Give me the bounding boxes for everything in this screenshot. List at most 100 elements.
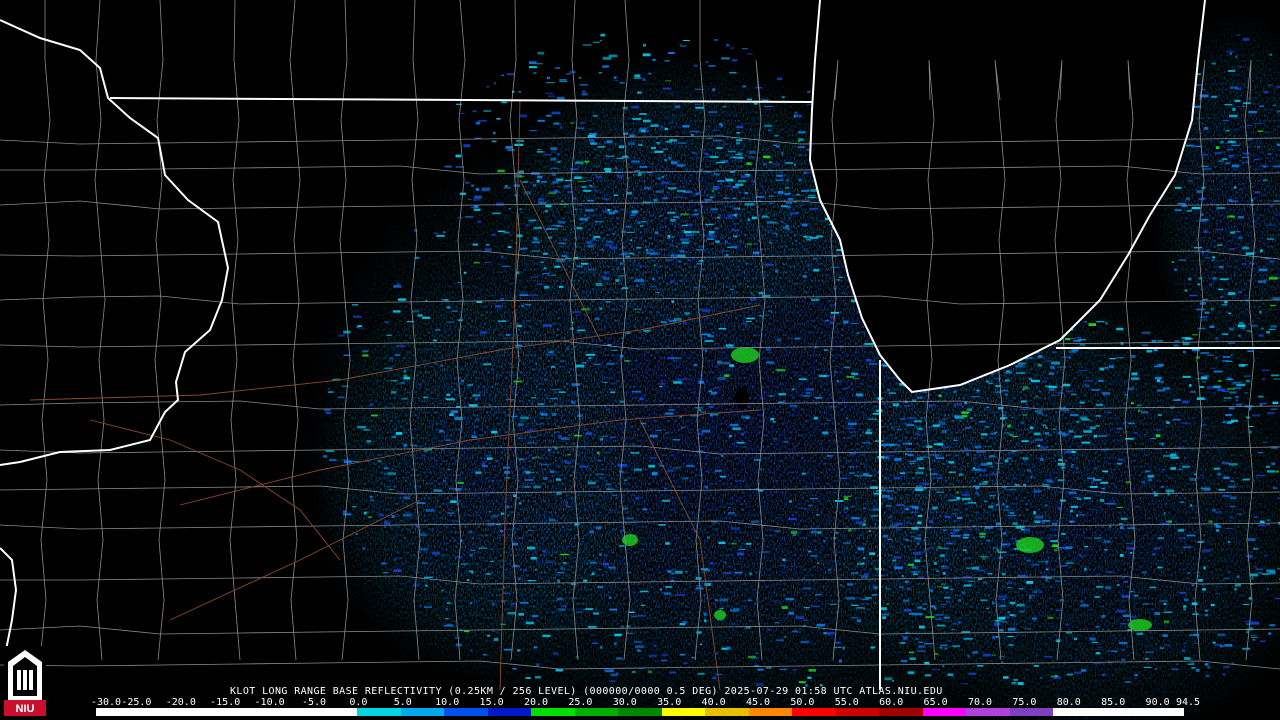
- niu-logo: NIU: [4, 646, 46, 716]
- legend-tick: -25.0: [121, 697, 152, 708]
- echo-speckle: [522, 569, 528, 572]
- echo-speckle: [701, 429, 711, 433]
- echo-speckle: [998, 595, 1008, 598]
- echo-speckle: [801, 457, 804, 459]
- echo-speckle: [559, 285, 563, 288]
- echo-speckle: [1046, 487, 1051, 489]
- echo-speckle: [1181, 340, 1185, 342]
- echo-speckle: [560, 359, 563, 363]
- echo-speckle: [1156, 429, 1161, 431]
- echo-speckle: [424, 606, 432, 608]
- echo-speckle: [1030, 564, 1039, 566]
- echo-speckle: [1158, 414, 1162, 417]
- echo-speckle: [1116, 609, 1126, 613]
- echo-speckle: [1244, 392, 1249, 394]
- echo-speckle: [918, 576, 925, 579]
- echo-speckle: [733, 235, 738, 238]
- echo-speckle: [454, 637, 460, 639]
- echo-speckle: [1222, 673, 1226, 676]
- echo-speckle: [785, 162, 794, 164]
- echo-speckle: [550, 167, 559, 169]
- echo-speckle: [709, 196, 714, 198]
- echo-speckle: [809, 498, 818, 500]
- echo-speckle: [532, 615, 538, 618]
- echo-speckle: [574, 208, 578, 211]
- echo-speckle: [1045, 504, 1048, 506]
- echo-speckle: [472, 110, 477, 113]
- echo-speckle: [503, 466, 510, 469]
- legend-tick: 40.0: [701, 697, 726, 708]
- echo-speckle: [1091, 480, 1094, 484]
- echo-speckle: [1230, 419, 1238, 422]
- echo-speckle: [671, 161, 678, 165]
- echo-speckle: [917, 521, 922, 525]
- echo-speckle: [1045, 577, 1052, 579]
- echo-speckle: [1238, 236, 1243, 240]
- echo-speckle: [500, 101, 508, 103]
- echo-speckle: [924, 642, 933, 645]
- echo-speckle: [470, 206, 475, 209]
- legend-tick: 10.0: [435, 697, 460, 708]
- echo-speckle: [723, 561, 727, 564]
- echo-speckle: [874, 602, 877, 604]
- echo-speckle: [371, 414, 378, 417]
- echo-speckle: [774, 530, 781, 532]
- echo-speckle: [505, 146, 513, 149]
- echo-speckle: [639, 113, 647, 115]
- echo-speckle: [608, 566, 616, 569]
- echo-speckle: [944, 647, 948, 650]
- echo-speckle: [685, 234, 694, 237]
- echo-speckle: [1171, 261, 1174, 263]
- echo-speckle: [1268, 153, 1272, 156]
- legend-tick: -15.0: [210, 697, 241, 708]
- echo-speckle: [710, 414, 713, 417]
- echo-speckle: [1254, 122, 1263, 124]
- echo-speckle: [1123, 580, 1128, 583]
- echo-speckle: [519, 602, 529, 604]
- echo-speckle: [1093, 434, 1098, 438]
- echo-speckle: [998, 407, 1004, 410]
- echo-speckle: [1222, 494, 1230, 497]
- echo-speckle: [626, 517, 634, 520]
- echo-speckle: [467, 384, 473, 386]
- echo-speckle: [589, 142, 595, 145]
- echo-speckle: [595, 526, 602, 530]
- echo-speckle: [472, 394, 481, 397]
- echo-speckle: [884, 677, 893, 681]
- echo-speckle: [979, 536, 985, 538]
- echo-speckle: [442, 480, 447, 483]
- echo-speckle: [1004, 393, 1008, 396]
- echo-speckle: [1133, 594, 1139, 597]
- echo-speckle: [1241, 364, 1248, 366]
- echo-speckle: [917, 396, 923, 399]
- echo-speckle: [609, 509, 613, 511]
- echo-speckle: [973, 457, 977, 460]
- echo-speckle: [1002, 544, 1007, 546]
- echo-speckle: [722, 250, 729, 252]
- echo-speckle: [721, 361, 730, 365]
- echo-speckle: [1108, 365, 1114, 368]
- echo-speckle: [896, 504, 904, 507]
- echo-speckle: [1116, 357, 1125, 359]
- echo-speckle: [732, 59, 738, 62]
- echo-speckle: [782, 558, 786, 561]
- echo-speckle: [1090, 486, 1098, 488]
- echo-speckle: [740, 149, 744, 151]
- echo-speckle: [1011, 435, 1018, 437]
- echo-speckle: [869, 552, 876, 555]
- echo-speckle: [1212, 392, 1217, 394]
- echo-speckle: [1221, 333, 1229, 336]
- echo-speckle: [600, 435, 608, 437]
- echo-speckle: [546, 76, 550, 80]
- echo-speckle: [898, 586, 904, 588]
- echo-speckle: [679, 250, 685, 252]
- echo-speckle: [545, 82, 555, 84]
- echo-speckle: [962, 549, 967, 551]
- echo-speckle: [966, 427, 971, 430]
- echo-speckle: [1221, 461, 1230, 465]
- echo-speckle: [848, 529, 852, 532]
- echo-speckle: [1218, 489, 1225, 491]
- echo-speckle: [1002, 531, 1006, 535]
- echo-speckle: [1272, 401, 1279, 405]
- echo-speckle: [1250, 621, 1260, 625]
